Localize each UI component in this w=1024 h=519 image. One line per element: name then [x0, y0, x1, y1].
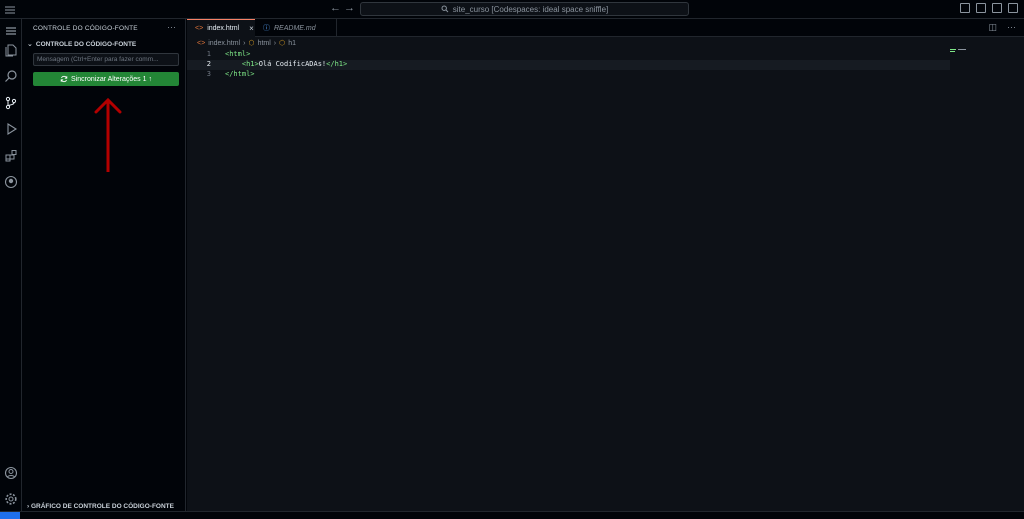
code-editor[interactable]: 1 <html> 2 <h1>Olá CodificADAs!</h1> 3 <…	[187, 49, 1024, 511]
run-debug-icon[interactable]	[3, 121, 19, 137]
source-control-sidebar: CONTROLE DO CÓDIGO-FONTE ··· ⌄ CONTROLE D…	[22, 19, 186, 516]
sync-button-label: Sincronizar Alterações 1 ↑	[71, 75, 152, 83]
toggle-panel-icon[interactable]	[992, 3, 1002, 13]
line-number: 3	[206, 70, 211, 78]
html-tag: </html>	[225, 70, 255, 78]
section-title: CONTROLE DO CÓDIGO-FONTE	[35, 41, 137, 48]
code-line[interactable]: 1 <html>	[187, 50, 950, 60]
layout-controls	[960, 3, 1018, 13]
sync-icon	[60, 75, 68, 83]
hamburger-menu-icon[interactable]	[3, 23, 19, 39]
settings-gear-icon[interactable]	[3, 491, 19, 507]
chevron-right-icon: ›	[27, 503, 30, 510]
commit-message-input[interactable]: Mensagem (Ctrl+Enter para fazer comm...	[33, 53, 179, 66]
info-icon: ⓘ	[263, 25, 270, 32]
split-editor-icon[interactable]: ◫	[988, 22, 997, 33]
status-bar	[0, 511, 1024, 519]
chevron-down-icon: ⌄	[27, 41, 33, 48]
tab-label: README.md	[274, 24, 316, 32]
heading-text: Olá CodificADAs!	[258, 60, 327, 68]
breadcrumb-item[interactable]: index.html	[208, 40, 240, 47]
toggle-secondary-sidebar-icon[interactable]	[1008, 3, 1018, 13]
forward-arrow-icon[interactable]: →	[344, 2, 355, 14]
source-control-section-header[interactable]: ⌄ CONTROLE DO CÓDIGO-FONTE	[27, 40, 136, 48]
line-number: 2	[206, 60, 211, 68]
code-line-current[interactable]: 2 <h1>Olá CodificADAs!</h1>	[187, 60, 950, 70]
breadcrumb-item[interactable]: h1	[288, 40, 296, 47]
red-arrow-annotation-icon	[94, 97, 122, 172]
extensions-icon[interactable]	[3, 148, 19, 164]
element-icon: ⬡	[279, 40, 286, 47]
sidebar-title: CONTROLE DO CÓDIGO-FONTE	[33, 25, 138, 32]
layout-panel-icon[interactable]	[960, 3, 970, 13]
command-center[interactable]: site_curso [Codespaces: ideal space snif…	[360, 2, 689, 16]
graph-section-title: GRÁFICO DE CONTROLE DO CÓDIGO-FONTE	[30, 503, 174, 510]
explorer-icon[interactable]	[3, 42, 19, 58]
html-tag: </h1>	[326, 60, 348, 68]
tab-index-html[interactable]: <> index.html ×	[187, 19, 255, 37]
line-number: 1	[206, 50, 211, 58]
source-control-icon[interactable]	[3, 95, 19, 111]
graph-section-header[interactable]: › GRÁFICO DE CONTROLE DO CÓDIGO-FONTE	[27, 503, 174, 510]
activity-bar	[0, 19, 22, 516]
breadcrumb: <> index.html › ⬡ html › ⬡ h1	[187, 37, 1024, 49]
close-icon[interactable]: ×	[249, 24, 254, 33]
html-file-icon: <>	[197, 39, 206, 47]
minimap[interactable]	[950, 49, 966, 53]
tab-readme-md[interactable]: ⓘ README.md	[255, 19, 337, 37]
more-actions-icon[interactable]: ···	[167, 22, 176, 32]
editor-tabs: <> index.html × ⓘ README.md ◫ ···	[187, 19, 1024, 37]
html-tag: <html>	[225, 50, 251, 58]
chevron-right-icon: ›	[273, 39, 277, 47]
code-line[interactable]: 3 </html>	[187, 70, 950, 80]
menu-icon[interactable]	[4, 3, 16, 15]
search-icon	[441, 5, 449, 13]
html-file-icon: <>	[195, 25, 204, 32]
more-actions-icon[interactable]: ···	[1007, 22, 1016, 33]
toggle-sidebar-icon[interactable]	[976, 3, 986, 13]
title-bar: ← → site_curso [Codespaces: ideal space …	[0, 0, 1024, 19]
sync-changes-button[interactable]: Sincronizar Alterações 1 ↑	[33, 72, 179, 86]
chevron-right-icon: ›	[243, 39, 246, 47]
tab-label: index.html	[207, 25, 240, 32]
search-icon[interactable]	[3, 68, 19, 84]
element-icon: ⬡	[248, 40, 255, 47]
account-icon[interactable]	[3, 465, 19, 481]
back-arrow-icon[interactable]: ←	[330, 2, 341, 14]
tab-actions: ◫ ···	[988, 22, 1016, 33]
github-icon[interactable]	[3, 174, 19, 190]
command-center-label: site_curso [Codespaces: ideal space snif…	[452, 4, 609, 14]
html-tag: <h1>	[225, 60, 259, 68]
breadcrumb-item[interactable]: html	[258, 40, 271, 47]
